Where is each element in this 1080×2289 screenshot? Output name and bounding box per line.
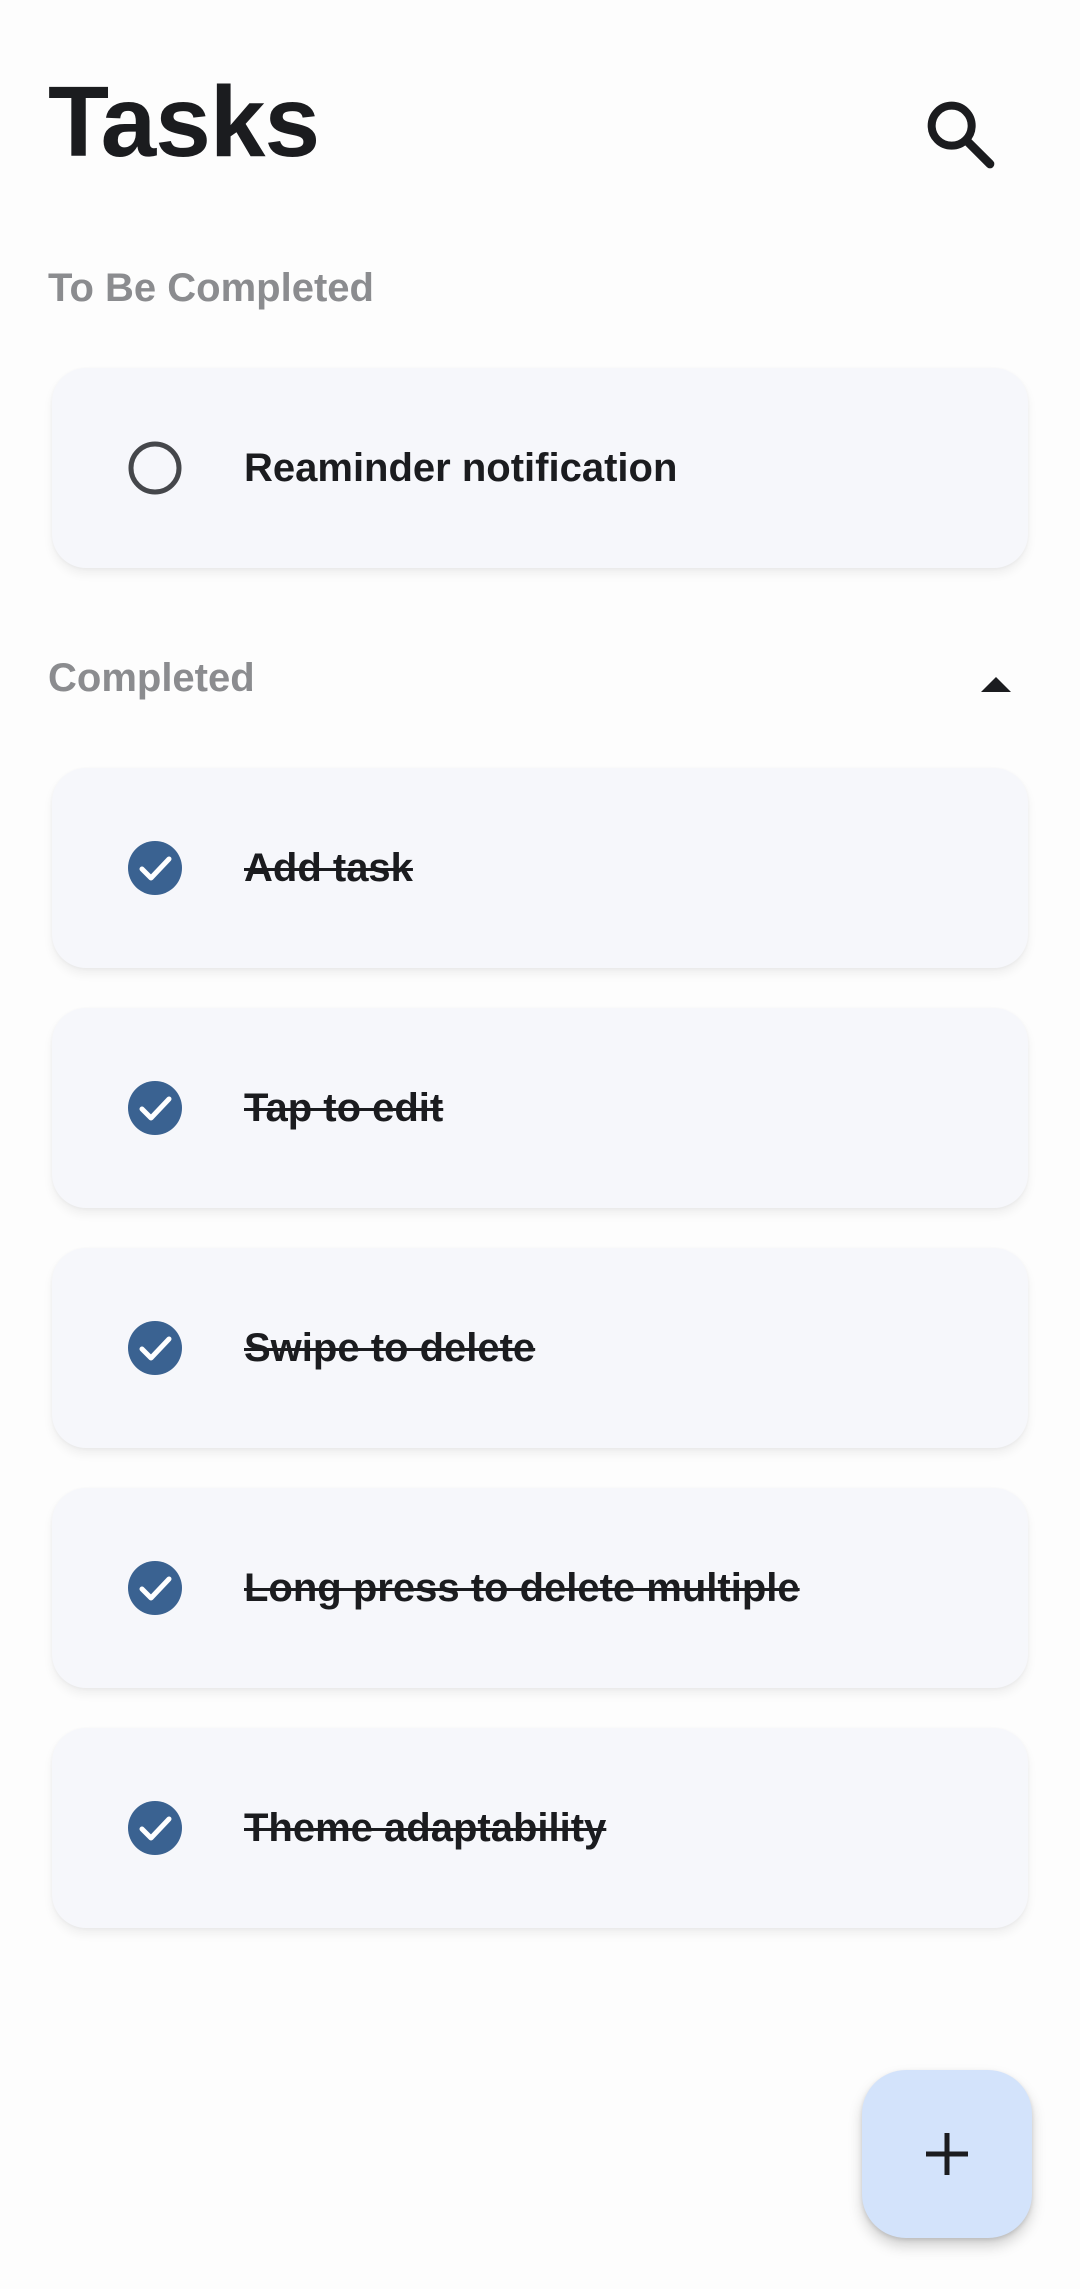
search-icon: [927, 101, 995, 169]
task-card[interactable]: Add task: [52, 768, 1028, 968]
task-checkbox[interactable]: [128, 441, 182, 495]
task-label: Add task: [244, 845, 413, 890]
task-card[interactable]: Tap to edit: [52, 1008, 1028, 1208]
task-checkbox[interactable]: [128, 841, 182, 895]
check-circle-icon: [128, 1321, 182, 1375]
search-button[interactable]: [900, 84, 1020, 184]
task-label: Swipe to delete: [244, 1325, 536, 1370]
task-card[interactable]: Theme adaptability: [52, 1728, 1028, 1928]
task-checkbox[interactable]: [128, 1561, 182, 1615]
collapse-completed-button[interactable]: [960, 660, 1032, 708]
plus-icon: [926, 2133, 968, 2175]
section-header-completed: Completed: [48, 656, 255, 700]
radio-unchecked-icon: [128, 441, 182, 495]
task-checkbox[interactable]: [128, 1801, 182, 1855]
tasks-screen: Tasks To Be Completed Reaminder notifica…: [0, 0, 1080, 2289]
task-card[interactable]: Swipe to delete: [52, 1248, 1028, 1448]
task-checkbox[interactable]: [128, 1081, 182, 1135]
task-label: Reaminder notification: [244, 445, 678, 490]
task-card[interactable]: Long press to delete multiple: [52, 1488, 1028, 1688]
section-header-to-be-completed: To Be Completed: [48, 266, 374, 310]
check-circle-icon: [128, 1561, 182, 1615]
page-title: Tasks: [48, 66, 320, 178]
task-card[interactable]: Reaminder notification: [52, 368, 1028, 568]
task-checkbox[interactable]: [128, 1321, 182, 1375]
check-circle-icon: [128, 841, 182, 895]
task-label: Long press to delete multiple: [244, 1565, 800, 1610]
task-label: Tap to edit: [244, 1085, 444, 1130]
check-circle-icon: [128, 1801, 182, 1855]
add-task-button[interactable]: [862, 2070, 1032, 2238]
arrow-drop-up-icon: [981, 677, 1011, 692]
check-circle-icon: [128, 1081, 182, 1135]
task-label: Theme adaptability: [244, 1805, 607, 1850]
